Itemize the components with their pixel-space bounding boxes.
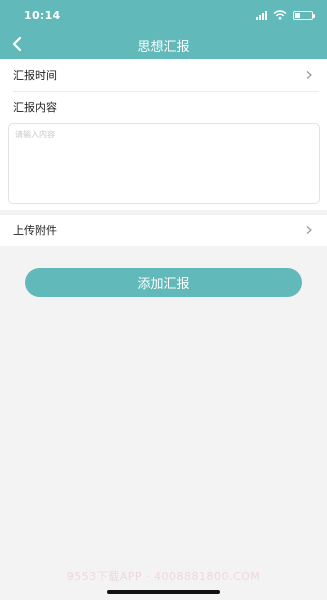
- report-content-input[interactable]: [8, 123, 320, 204]
- chevron-right-icon: [306, 71, 312, 79]
- nav-bar: 思想汇报: [0, 30, 327, 59]
- upload-attachment-row[interactable]: 上传附件: [0, 215, 327, 245]
- status-time: 10:14: [24, 9, 61, 22]
- report-time-row[interactable]: 汇报时间: [0, 60, 327, 90]
- battery-icon: [293, 10, 315, 20]
- header-bar: 10:14 思想汇报: [0, 0, 327, 59]
- upload-attachment-label: 上传附件: [13, 224, 57, 237]
- add-report-button[interactable]: 添加汇报: [25, 268, 302, 297]
- page-title: 思想汇报: [137, 40, 190, 55]
- report-time-label: 汇报时间: [13, 69, 57, 82]
- report-content-label: 汇报内容: [13, 101, 57, 114]
- wifi-icon: [273, 10, 287, 20]
- cellular-signal-icon: [256, 10, 267, 20]
- home-indicator: [107, 590, 220, 594]
- status-icons: [256, 9, 315, 21]
- chevron-right-icon: [306, 226, 312, 234]
- watermark: 9553下载APP · 4008881800.COM: [66, 570, 261, 583]
- status-bar: 10:14: [0, 0, 327, 30]
- report-content-row: 汇报内容: [0, 92, 327, 122]
